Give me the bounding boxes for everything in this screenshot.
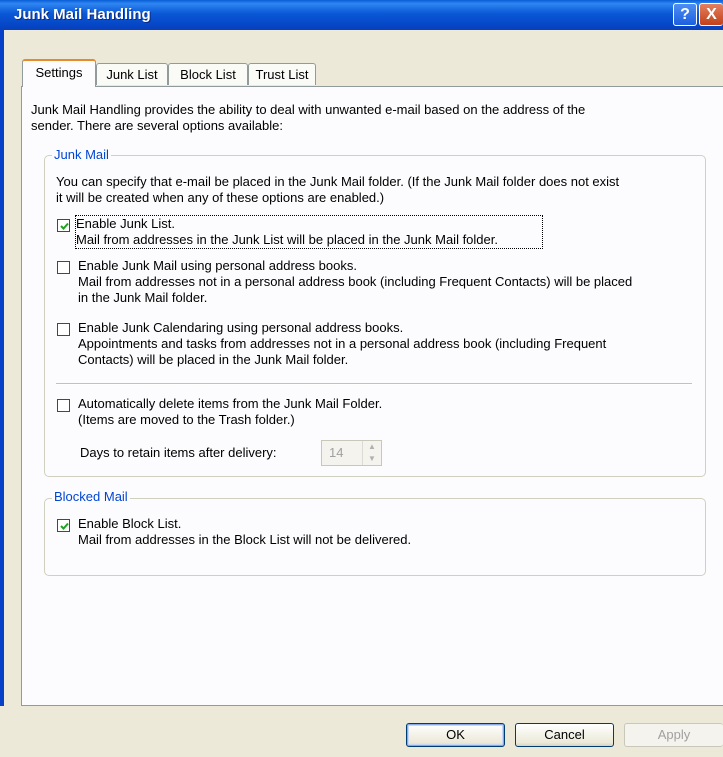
retain-days-value: 14 — [329, 445, 344, 460]
checkmark-icon — [60, 222, 69, 230]
checkmark-icon — [60, 522, 69, 530]
enable-block-list-option[interactable]: Enable Block List. Mail from addresses i… — [78, 516, 411, 548]
enable-junk-calendaring-label: Enable Junk Calendaring using personal a… — [78, 320, 404, 335]
enable-junk-mail-pab-option[interactable]: Enable Junk Mail using personal address … — [78, 258, 632, 306]
enable-junk-mail-pab-label: Enable Junk Mail using personal address … — [78, 258, 357, 273]
auto-delete-note: (Items are moved to the Trash folder.) — [78, 412, 295, 427]
intro-line-1: Junk Mail Handling provides the ability … — [31, 102, 586, 117]
spinner-up-icon[interactable]: ▲ — [363, 441, 381, 453]
close-button[interactable]: X — [699, 3, 723, 26]
dialog-footer — [0, 706, 723, 757]
auto-delete-checkbox[interactable] — [57, 399, 70, 412]
spinner-down-icon[interactable]: ▼ — [363, 453, 381, 465]
intro-text: Junk Mail Handling provides the ability … — [31, 102, 691, 134]
apply-button[interactable]: Apply — [624, 723, 723, 747]
intro-line-2: sender. There are several options availa… — [31, 118, 283, 133]
window-frame-left — [0, 30, 4, 757]
tab-block-list[interactable]: Block List — [168, 63, 248, 85]
junk-mail-desc-1: You can specify that e-mail be placed in… — [56, 174, 620, 189]
enable-junk-list-option[interactable]: Enable Junk List. Mail from addresses in… — [75, 215, 543, 249]
blocked-mail-group-title: Blocked Mail — [52, 489, 130, 505]
auto-delete-option[interactable]: Automatically delete items from the Junk… — [78, 396, 382, 428]
junk-mail-group-title: Junk Mail — [52, 147, 111, 163]
junk-mail-desc-2: it will be created when any of these opt… — [56, 190, 385, 205]
auto-delete-label: Automatically delete items from the Junk… — [78, 396, 383, 411]
spinner-buttons: ▲ ▼ — [362, 441, 381, 465]
enable-junk-calendaring-checkbox[interactable] — [57, 323, 70, 336]
tab-trust-list[interactable]: Trust List — [248, 63, 316, 85]
tab-settings[interactable]: Settings — [22, 59, 96, 87]
enable-junk-mail-pab-desc-2: in the Junk Mail folder. — [78, 290, 208, 305]
enable-block-list-checkbox[interactable] — [57, 519, 70, 532]
tab-junk-list[interactable]: Junk List — [96, 63, 168, 85]
enable-block-list-desc: Mail from addresses in the Block List wi… — [78, 532, 412, 547]
enable-junk-calendaring-desc-2: Contacts) will be placed in the Junk Mai… — [78, 352, 349, 367]
enable-junk-list-desc: Mail from addresses in the Junk List wil… — [76, 232, 498, 247]
window-title: Junk Mail Handling — [14, 6, 151, 23]
enable-junk-mail-pab-desc-1: Mail from addresses not in a personal ad… — [78, 274, 633, 289]
title-bar: Junk Mail Handling ? X — [0, 0, 723, 30]
ok-button[interactable]: OK — [406, 723, 505, 747]
retain-days-spinner[interactable]: 14 ▲ ▼ — [321, 440, 382, 466]
enable-junk-list-checkbox[interactable] — [57, 219, 70, 232]
enable-junk-calendaring-option[interactable]: Enable Junk Calendaring using personal a… — [78, 320, 606, 368]
enable-junk-calendaring-desc-1: Appointments and tasks from addresses no… — [78, 336, 607, 351]
enable-junk-list-label: Enable Junk List. — [76, 216, 176, 231]
enable-junk-mail-pab-checkbox[interactable] — [57, 261, 70, 274]
retain-days-label: Days to retain items after delivery: — [80, 445, 277, 460]
enable-block-list-label: Enable Block List. — [78, 516, 182, 531]
junk-mail-divider — [56, 383, 692, 385]
cancel-button[interactable]: Cancel — [515, 723, 614, 747]
help-button[interactable]: ? — [673, 3, 697, 26]
